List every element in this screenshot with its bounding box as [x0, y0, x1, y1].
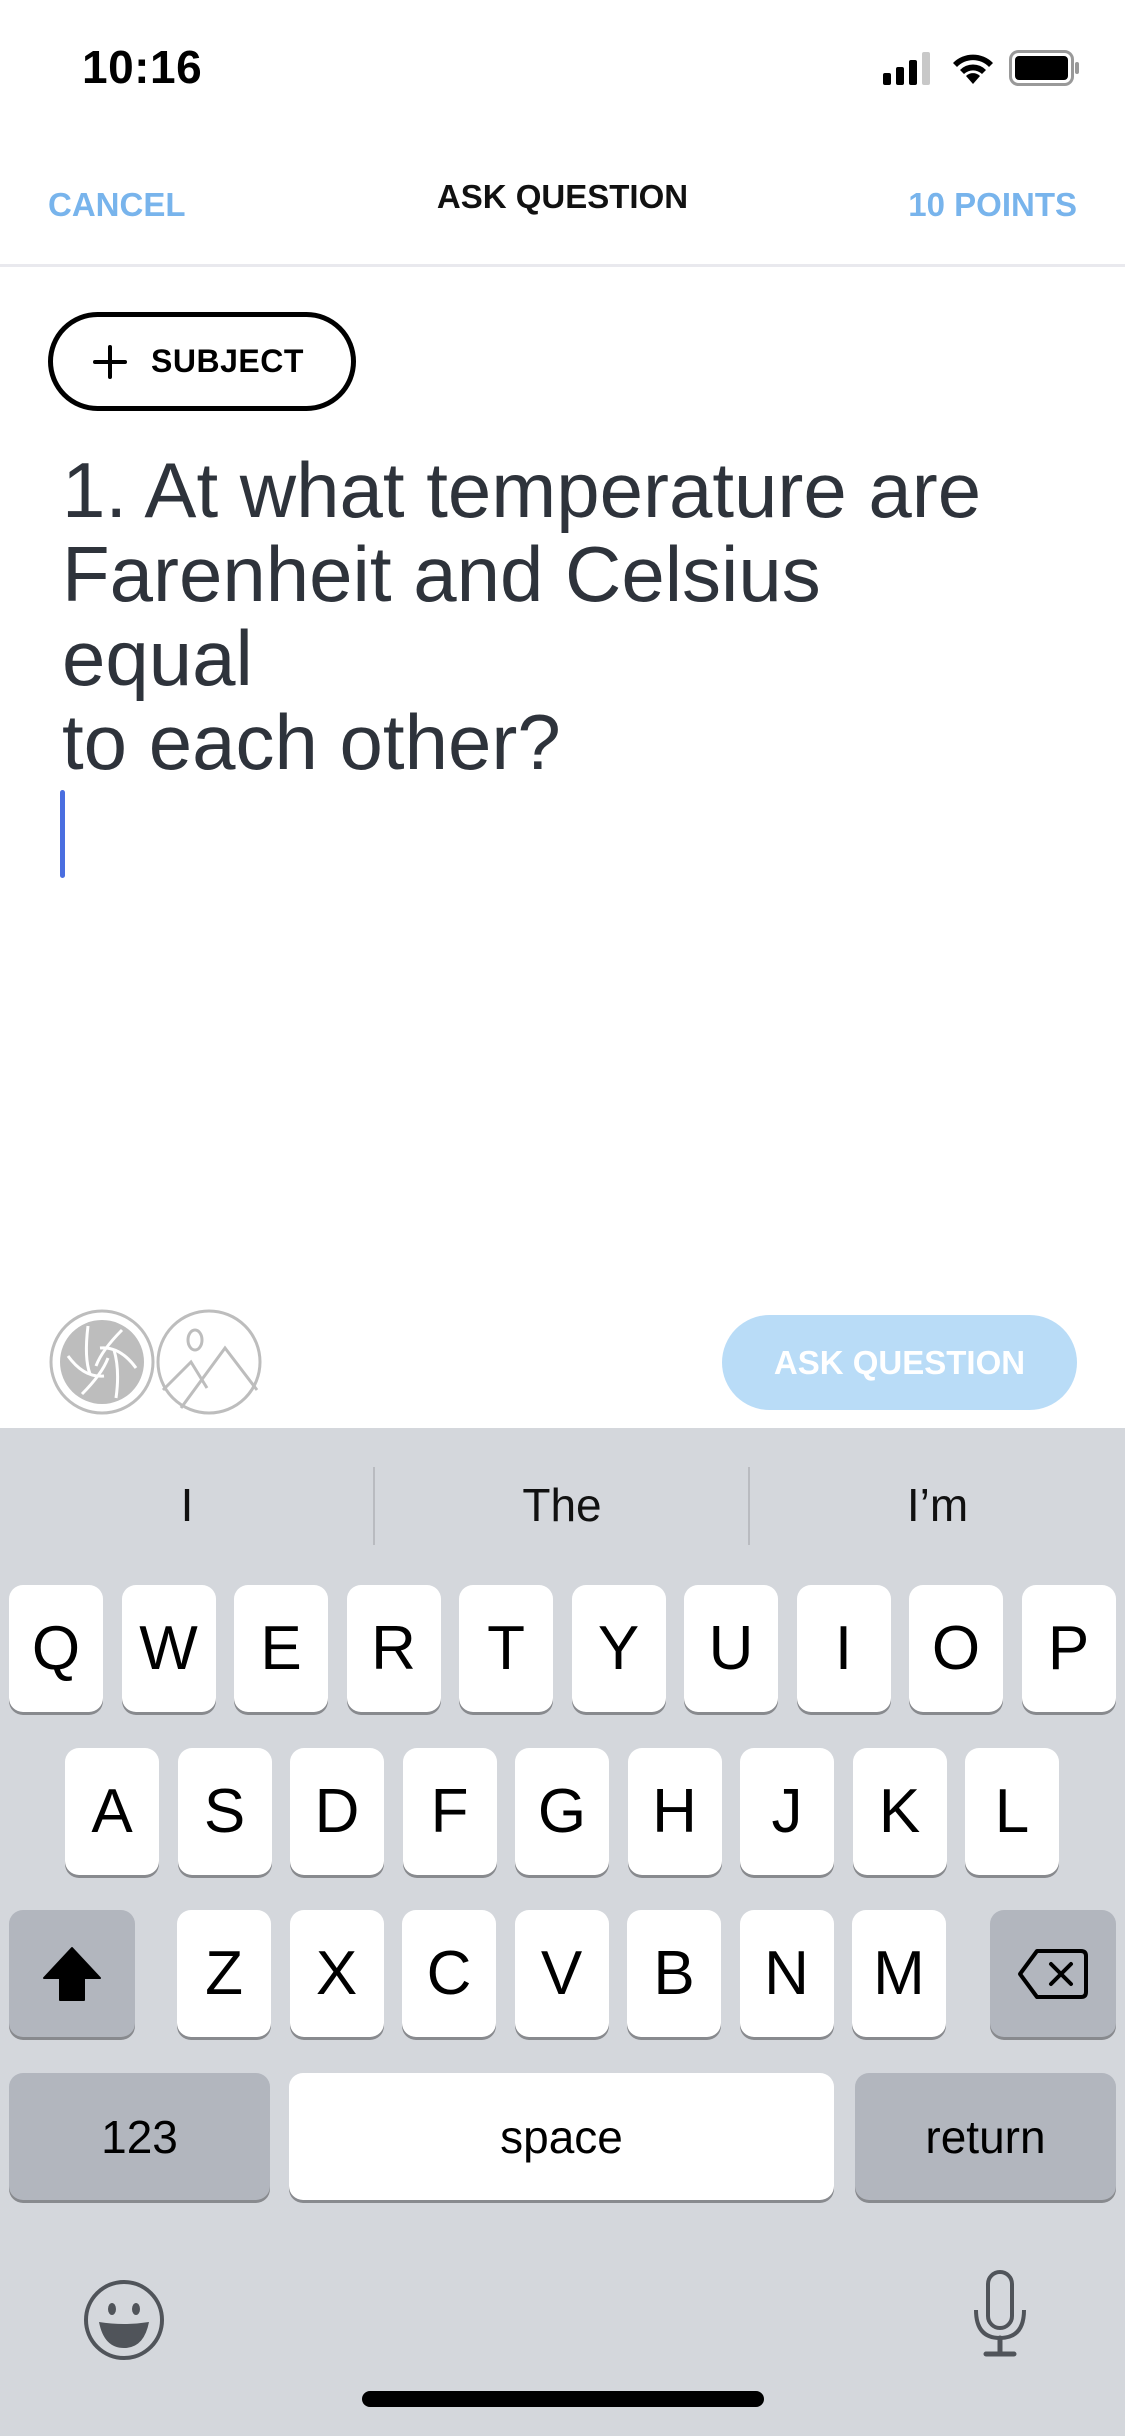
- question-line: 1. At what temperature are: [62, 446, 982, 534]
- key-letter[interactable]: A: [65, 1748, 159, 1875]
- question-line: to each other?: [62, 698, 561, 786]
- key-letter[interactable]: Z: [177, 1910, 271, 2037]
- text-caret: [60, 790, 65, 878]
- key-letter[interactable]: M: [852, 1910, 946, 2037]
- photo-library-icon[interactable]: [155, 1308, 263, 1416]
- key-letter[interactable]: R: [346, 1585, 441, 1712]
- subject-label: SUBJECT: [151, 343, 304, 379]
- status-time: 10:16: [82, 41, 203, 93]
- plus-icon: [93, 344, 127, 379]
- points-button[interactable]: 10 POINTS: [908, 186, 1077, 224]
- key-letter[interactable]: D: [290, 1748, 384, 1875]
- key-letter[interactable]: V: [514, 1910, 609, 2037]
- add-subject-button[interactable]: SUBJECT: [48, 312, 356, 411]
- question-line: equal: [62, 614, 253, 702]
- home-indicator: [362, 2391, 764, 2407]
- key-letter[interactable]: X: [289, 1910, 384, 2037]
- key-letter[interactable]: C: [402, 1910, 496, 2037]
- key-letter[interactable]: G: [515, 1748, 609, 1875]
- key-letter[interactable]: F: [402, 1748, 497, 1875]
- key-letter[interactable]: P: [1021, 1585, 1116, 1712]
- emoji-icon[interactable]: [82, 2278, 166, 2362]
- ask-question-button[interactable]: ASK QUESTION: [722, 1315, 1077, 1410]
- suggestion-item[interactable]: The: [375, 1440, 749, 1570]
- key-letter[interactable]: B: [627, 1910, 721, 2037]
- key-letter[interactable]: H: [627, 1748, 722, 1875]
- suggestion-item[interactable]: I: [0, 1440, 374, 1570]
- wifi-icon: [953, 54, 993, 84]
- key-letter[interactable]: W: [121, 1585, 216, 1712]
- shift-key[interactable]: [9, 1910, 135, 2037]
- status-icons: [883, 48, 1081, 88]
- delete-icon: [1018, 1948, 1088, 1999]
- key-letter[interactable]: N: [739, 1910, 834, 2037]
- camera-shutter-icon[interactable]: [48, 1308, 156, 1416]
- key-letter[interactable]: T: [459, 1585, 553, 1712]
- return-key[interactable]: return: [855, 2073, 1116, 2200]
- key-letter[interactable]: U: [684, 1585, 778, 1712]
- key-letter[interactable]: L: [965, 1748, 1059, 1875]
- delete-key[interactable]: [990, 1910, 1116, 2037]
- numbers-key[interactable]: 123: [9, 2073, 270, 2200]
- key-letter[interactable]: J: [740, 1748, 834, 1875]
- key-letter[interactable]: O: [909, 1585, 1003, 1712]
- question-input[interactable]: 1. At what temperature are Farenheit and…: [62, 448, 1082, 784]
- shift-icon: [43, 1946, 101, 2001]
- space-key[interactable]: space: [289, 2073, 834, 2200]
- key-letter[interactable]: Y: [571, 1585, 666, 1712]
- battery-icon: [1009, 50, 1079, 86]
- key-letter[interactable]: E: [234, 1585, 328, 1712]
- key-letter[interactable]: Q: [9, 1585, 103, 1712]
- key-letter[interactable]: S: [177, 1748, 272, 1875]
- header-divider: [0, 264, 1125, 267]
- signal-icon: [883, 52, 930, 85]
- key-letter[interactable]: I: [796, 1585, 891, 1712]
- question-line: Farenheit and Celsius: [62, 530, 821, 618]
- key-letter[interactable]: K: [852, 1748, 947, 1875]
- suggestion-item[interactable]: I’m: [750, 1440, 1125, 1570]
- microphone-icon[interactable]: [970, 2270, 1030, 2360]
